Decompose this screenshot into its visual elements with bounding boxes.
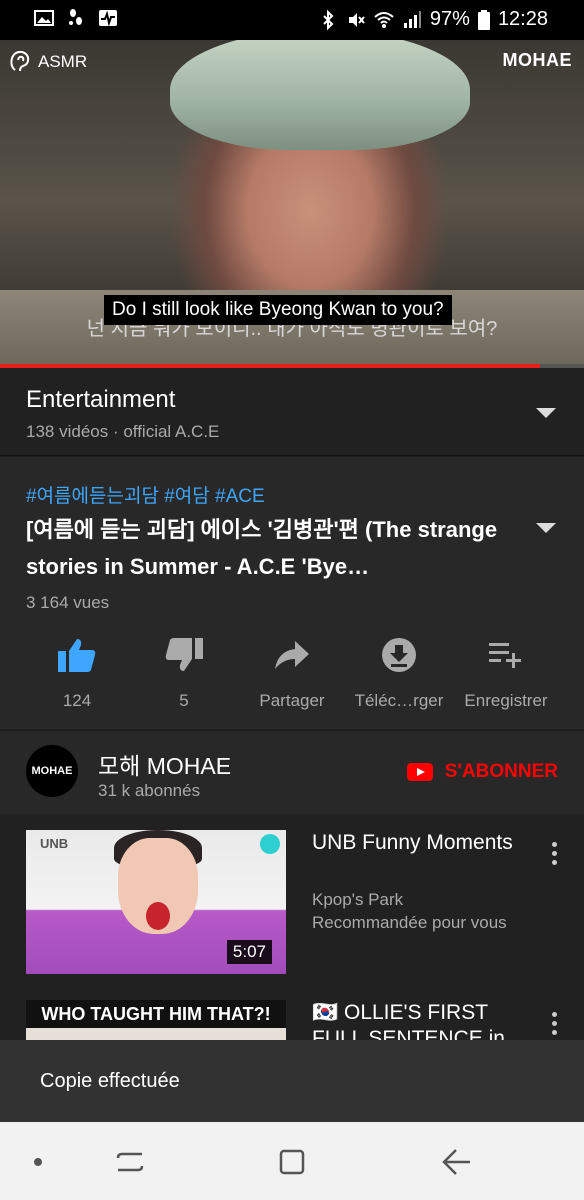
thumb-up-icon [58, 639, 96, 672]
subscribe-label: S'ABONNER [444, 761, 558, 782]
action-row: 124 5 Partager Téléc…rger Enregistrer [0, 635, 584, 725]
save-button[interactable]: Enregistrer [451, 635, 561, 711]
home-icon[interactable] [276, 1146, 308, 1178]
thumbnail-label: UNB [40, 836, 69, 851]
chevron-down-icon[interactable] [536, 408, 556, 418]
video-thumbnail[interactable]: WHO TAUGHT HIM THAT?! [26, 1000, 286, 1044]
system-nav-bar [0, 1122, 584, 1200]
status-bar: 97% 12:28 [0, 0, 584, 40]
toast-message: Copie effectuée [40, 1070, 180, 1092]
recommendation-list: UNB 5:07 UNB Funny Moments Kpop's Park R… [0, 814, 584, 1044]
recommendation-reason: Recommandée pour vous [312, 913, 507, 932]
video-title[interactable]: [여름에 듣는 괴담] 에이스 '김병관'편 (The strange stor… [26, 511, 506, 585]
dislike-count: 5 [179, 691, 189, 710]
recommendation-title[interactable]: UNB Funny Moments [312, 830, 532, 856]
toast: Copie effectuée [0, 1040, 584, 1122]
download-label: Téléc…rger [354, 691, 444, 710]
playlist-meta: 138 vidéos · official A.C.E [26, 422, 220, 441]
thumbnail-mouth [146, 902, 170, 930]
dislike-button[interactable]: 5 [129, 635, 239, 711]
thumbnail-banner: WHO TAUGHT HIM THAT?! [26, 1000, 286, 1028]
share-label: Partager [259, 691, 325, 710]
clock: 12:28 [497, 8, 548, 30]
battery-icon [477, 9, 490, 30]
channel-avatar[interactable]: MOHAE [26, 745, 78, 797]
list-item[interactable]: UNB 5:07 UNB Funny Moments Kpop's Park R… [0, 830, 584, 990]
mohae-watermark: MOHAE [502, 50, 572, 70]
back-icon[interactable] [440, 1146, 472, 1178]
thumb-down-icon [165, 638, 203, 671]
nav-dot-icon [34, 1158, 42, 1166]
recommendation-channel: Kpop's Park [312, 890, 404, 909]
recommendation-title[interactable]: 🇰🇷 OLLIE'S FIRST FULL SENTENCE in [312, 1000, 532, 1044]
video-info: #여름에듣는괴담 #여담 #ACE [여름에 듣는 괴담] 에이스 '김병관'편… [0, 457, 584, 729]
ear-icon [10, 50, 30, 72]
status-right: 97% 12:28 [318, 8, 548, 31]
battery-percent: 97% [429, 8, 470, 30]
share-button[interactable]: Partager [237, 635, 347, 711]
video-frame-hair [170, 40, 470, 150]
video-duration: 5:07 [226, 940, 272, 964]
playlist-add-icon [489, 643, 521, 668]
like-count: 124 [62, 691, 92, 710]
subscribe-button[interactable]: S'ABONNER [406, 761, 558, 783]
list-item[interactable]: WHO TAUGHT HIM THAT?! 🇰🇷 OLLIE'S FIRST F… [0, 1000, 584, 1044]
pulse-icon [99, 10, 117, 27]
channel-row: MOHAE 모해 MOHAE 31 k abonnés S'ABONNER [0, 730, 584, 814]
signal-icon [403, 10, 421, 28]
status-left-icons [34, 8, 118, 28]
asmr-watermark: ASMR [6, 48, 87, 76]
subscriber-count: 31 k abonnés [98, 781, 201, 800]
mute-icon [348, 12, 365, 27]
view-count: 3 164 vues [26, 593, 110, 612]
share-icon [275, 641, 309, 669]
playlist-header[interactable]: Entertainment 138 vidéos · official A.C.… [0, 368, 584, 456]
playlist-title: Entertainment [26, 386, 176, 413]
download-button[interactable]: Téléc…rger [344, 635, 454, 711]
video-thumbnail[interactable]: UNB 5:07 [26, 830, 286, 974]
video-hashtags[interactable]: #여름에듣는괴담 #여담 #ACE [26, 481, 265, 508]
wifi-icon [374, 11, 394, 28]
recents-icon[interactable] [114, 1146, 146, 1178]
bluetooth-icon [323, 9, 334, 30]
save-label: Enregistrer [464, 691, 548, 710]
expand-description-icon[interactable] [536, 523, 556, 533]
more-options-icon[interactable] [552, 1012, 558, 1039]
asmr-label: ASMR [38, 52, 88, 71]
walking-icon [69, 9, 82, 25]
closed-caption: Do I still look like Byeong Kwan to you? [104, 295, 452, 325]
like-button[interactable]: 124 [22, 635, 132, 711]
more-options-icon[interactable] [552, 842, 558, 869]
image-icon [34, 10, 54, 26]
channel-name[interactable]: 모해 MOHAE [98, 747, 231, 781]
youtube-logo-icon [406, 763, 433, 781]
download-icon [382, 638, 416, 672]
video-player[interactable]: ASMR MOHAE 넌 지금 뭐가 보이니.. 내가 아직도 병관이로 보여?… [0, 40, 584, 364]
vlive-icon [260, 834, 280, 854]
